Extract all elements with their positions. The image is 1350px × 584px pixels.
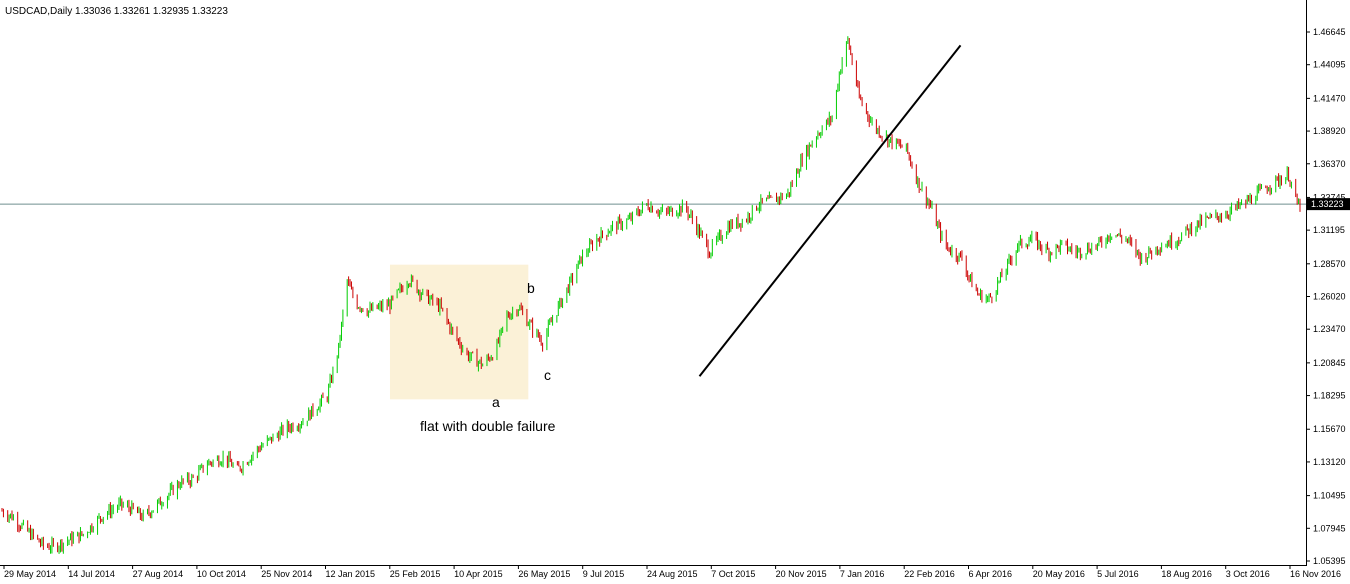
x-tick-label: 20 Nov 2015: [776, 569, 827, 579]
x-tick-label: 5 Jul 2016: [1097, 569, 1139, 579]
y-tick-label: 1.15670: [1313, 424, 1346, 434]
y-tick-label: 1.38920: [1313, 126, 1346, 136]
y-tick-label: 1.20845: [1313, 358, 1346, 368]
x-tick-label: 14 Jul 2014: [68, 569, 115, 579]
y-tick-label: 1.44095: [1313, 60, 1346, 70]
y-tick-label: 1.05395: [1313, 556, 1346, 566]
x-tick-label: 7 Oct 2015: [711, 569, 755, 579]
x-tick-label: 27 Aug 2014: [133, 569, 184, 579]
y-tick-label: 1.31195: [1313, 225, 1345, 235]
price-chart: flat with double failure a b c 1.46645 1.440…: [0, 0, 1350, 584]
current-price-label: 1.33223: [1311, 199, 1344, 209]
x-tick-label: 10 Apr 2015: [454, 569, 503, 579]
x-tick-label: 22 Feb 2016: [904, 569, 955, 579]
x-tick-label: 7 Jan 2016: [840, 569, 885, 579]
x-tick-label: 25 Nov 2014: [261, 569, 312, 579]
y-tick-label: 1.07945: [1313, 523, 1346, 533]
chart-background: [0, 0, 1350, 584]
x-tick-label: 20 May 2016: [1033, 569, 1085, 579]
x-tick-label: 25 Feb 2015: [390, 569, 441, 579]
x-tick-label: 18 Aug 2016: [1161, 569, 1212, 579]
y-tick-label: 1.18295: [1313, 391, 1346, 401]
y-tick-label: 1.10495: [1313, 491, 1346, 501]
annotation-c: c: [544, 367, 551, 383]
y-tick-label: 1.23470: [1313, 324, 1346, 334]
chart-title: USDCAD,Daily 1.33036 1.33261 1.32935 1.3…: [5, 6, 228, 17]
annotation-flat-label: flat with double failure: [420, 418, 556, 434]
y-tick-label: 1.36370: [1313, 159, 1346, 169]
x-tick-label: 3 Oct 2016: [1226, 569, 1270, 579]
y-tick-label: 1.13120: [1313, 457, 1346, 467]
y-tick-label: 1.26020: [1313, 292, 1346, 302]
x-tick-label: 10 Oct 2014: [197, 569, 246, 579]
highlight-box: [389, 264, 529, 400]
y-tick-label: 1.28570: [1313, 259, 1346, 269]
x-tick-label: 12 Jan 2015: [326, 569, 376, 579]
x-tick-label: 24 Aug 2015: [647, 569, 698, 579]
x-tick-label: 26 May 2015: [518, 569, 570, 579]
x-tick-label: 16 Nov 2016: [1290, 569, 1341, 579]
x-tick-label: 29 May 2014: [4, 569, 56, 579]
y-tick-label: 1.41470: [1313, 93, 1346, 103]
annotation-b: b: [527, 280, 535, 296]
x-tick-label: 6 Apr 2016: [969, 569, 1013, 579]
y-tick-label: 1.46645: [1313, 27, 1346, 37]
x-tick-label: 9 Jul 2015: [583, 569, 625, 579]
annotation-a: a: [492, 394, 500, 410]
